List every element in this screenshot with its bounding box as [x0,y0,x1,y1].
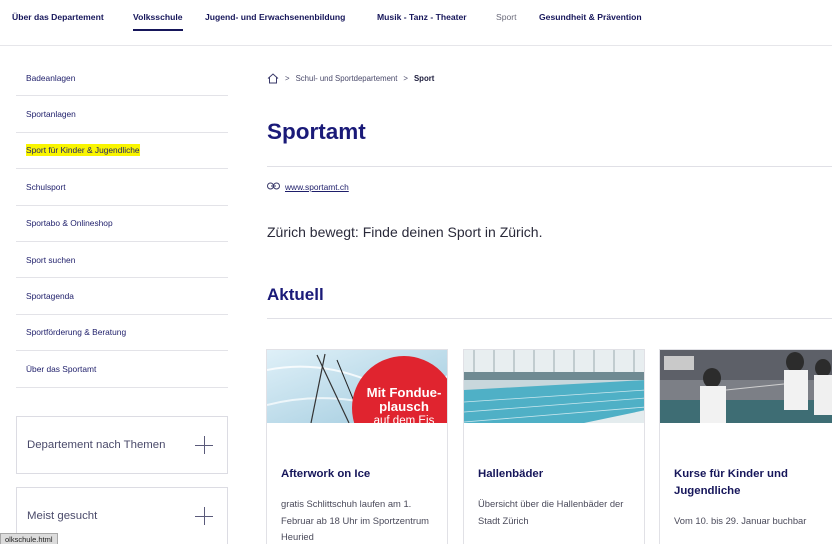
nav-item-volksschule[interactable]: Volksschule [133,12,183,31]
nav-item-jugend-erwachsenenbildung[interactable]: Jugend- und Erwachsenenbildung [205,12,345,22]
breadcrumb-parent-link[interactable]: Schul- und Sportdepartement [296,74,398,83]
sidebar-item-label: Sportförderung & Beratung [26,327,127,338]
sidebar-item-badeanlagen[interactable]: Badeanlagen [16,60,228,97]
sidebar-item-sport-suchen[interactable]: Sport suchen [16,242,228,279]
accordion-label: Meist gesucht [27,510,98,522]
card-badge: Mit Fondue- plausch auf dem Eis [337,385,447,428]
card-text: gratis Schlittschuh laufen am 1. Februar… [281,498,429,542]
news-card-kurse-kinder-jugendliche[interactable]: Kurse für Kinder und Jugendliche Vom 10.… [659,349,832,544]
nav-item-ueber-departement[interactable]: Über das Departement [12,12,104,22]
card-title: Hallenbäder [478,468,544,480]
nav-item-sport[interactable]: Sport [496,12,517,22]
website-link-label: www.sportamt.ch [285,182,349,192]
nav-item-musik-tanz-theater[interactable]: Musik - Tanz - Theater [377,12,467,22]
sidebar: Badeanlagen Sportanlagen Sport für Kinde… [16,60,228,544]
nav-item-gesundheit-praevention[interactable]: Gesundheit & Prävention [539,12,642,22]
sidebar-item-sport-kinder-jugendliche[interactable]: Sport für Kinder & Jugendliche [16,133,228,170]
accordion-label: Departement nach Themen [27,439,166,451]
lead-text: Zürich bewegt: Finde deinen Sport in Zür… [267,224,543,240]
sidebar-item-label: Schulsport [26,181,66,192]
card-image-fencing [660,350,832,423]
section-title-aktuell: Aktuell [267,285,324,304]
breadcrumb: > Schul- und Sportdepartement > Sport [267,73,434,84]
sidebar-item-label: Sportagenda [26,291,74,302]
sidebar-item-label: Sport suchen [26,254,76,265]
sidebar-item-sportabo-onlineshop[interactable]: Sportabo & Onlineshop [16,206,228,242]
card-text: Übersicht über die Hallenbäder der Stadt… [478,498,624,526]
sidebar-item-label-highlighted: Sport für Kinder & Jugendliche [26,144,140,157]
breadcrumb-current: Sport [413,74,435,83]
card-title: Kurse für Kinder und Jugendliche [674,468,788,497]
card-image-pool [464,350,644,423]
sidebar-item-label: Über das Sportamt [26,363,97,374]
badge-line: auf dem Eis [373,415,435,427]
news-card-afterwork-on-ice[interactable]: Mit Fondue- plausch auf dem Eis Afterwor… [266,349,448,544]
sidebar-item-ueber-sportamt[interactable]: Über das Sportamt [16,351,228,388]
sidebar-item-sportagenda[interactable]: Sportagenda [16,278,228,315]
sidebar-item-label: Sportanlagen [26,109,76,120]
accordion-departement-nach-themen[interactable]: Departement nach Themen [16,416,228,474]
card-title: Afterwork on Ice [281,468,371,480]
plus-icon [195,436,213,454]
card-text: Vom 10. bis 29. Januar buchbar [674,515,807,526]
news-card-hallenbaeder[interactable]: Hallenbäder Übersicht über die Hallenbäd… [463,349,645,544]
breadcrumb-separator: > [285,74,290,83]
badge-line: Mit Fondue- [366,385,442,400]
sidebar-item-sportanlagen[interactable]: Sportanlagen [16,96,228,133]
home-icon[interactable] [267,73,279,84]
sidebar-item-label: Badeanlagen [26,72,76,83]
breadcrumb-separator: > [403,74,408,83]
sidebar-item-label: Sportabo & Onlineshop [26,218,113,229]
link-icon [267,182,280,192]
divider [267,166,832,167]
page-title: Sportamt [267,119,366,144]
divider [267,318,832,319]
sidebar-item-schulsport[interactable]: Schulsport [16,169,228,206]
badge-line: plausch [379,399,429,414]
top-navigation: Über das Departement Volksschule Jugend-… [0,0,832,46]
sidebar-item-sportfoerderung-beratung[interactable]: Sportförderung & Beratung [16,315,228,352]
status-bar-url: olkschule.html [0,533,58,544]
website-link[interactable]: www.sportamt.ch [267,182,349,192]
plus-icon [195,507,213,525]
